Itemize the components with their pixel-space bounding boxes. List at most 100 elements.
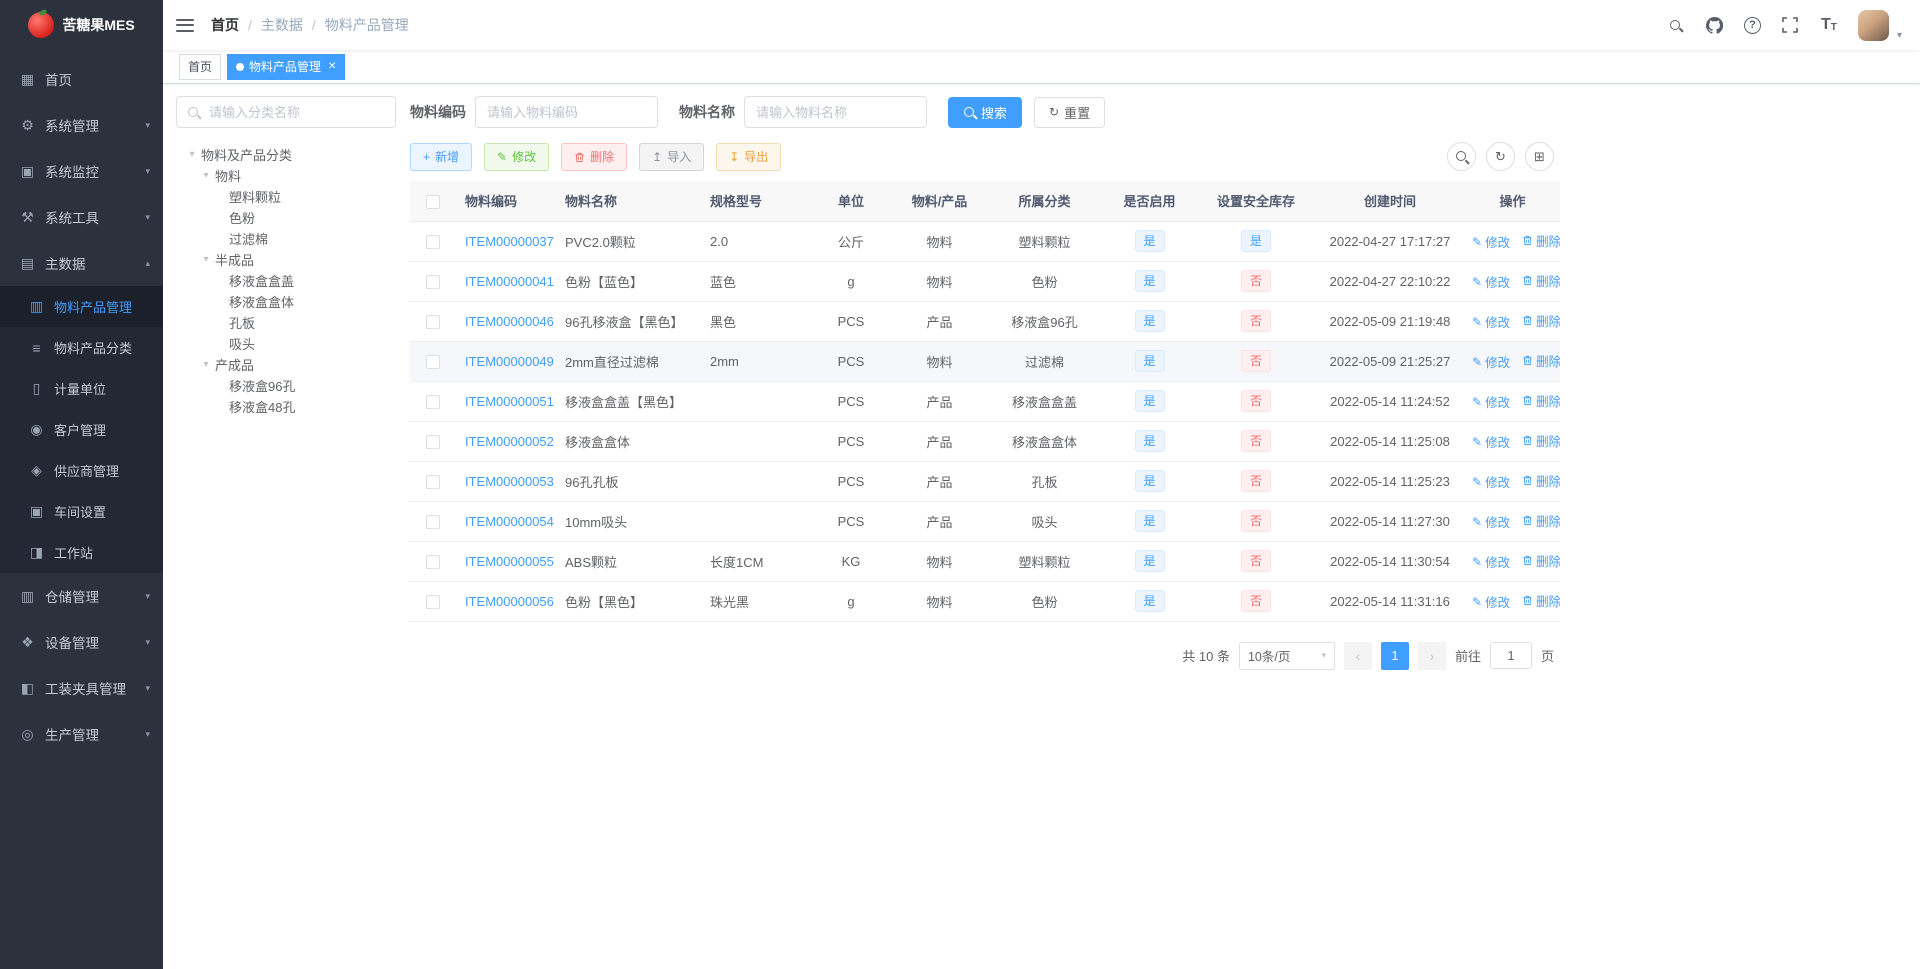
- row-delete-button[interactable]: 删除: [1522, 591, 1560, 610]
- row-edit-button[interactable]: ✎ 修改: [1472, 512, 1510, 531]
- fullscreen-icon[interactable]: [1780, 15, 1800, 35]
- material-code-link[interactable]: ITEM00000053: [465, 474, 554, 489]
- row-edit-button[interactable]: ✎ 修改: [1472, 272, 1510, 291]
- category-search-input[interactable]: [207, 103, 385, 121]
- refresh-table-button[interactable]: ↻: [1486, 142, 1515, 171]
- sidebar-item-customer-management[interactable]: ◉ 客户管理: [0, 409, 163, 450]
- material-code-input[interactable]: [475, 96, 658, 128]
- tree-node[interactable]: 移液盒盒盖: [176, 270, 396, 291]
- search-icon[interactable]: [1666, 15, 1686, 35]
- sidebar-item-workstation[interactable]: ◨ 工作站: [0, 532, 163, 573]
- tree-node[interactable]: ▾ 物料: [176, 165, 396, 186]
- sidebar-item-master-data[interactable]: ▤ 主数据 ▴: [0, 240, 163, 286]
- import-button[interactable]: ↥ 导入: [639, 142, 705, 171]
- sidebar-item-production-management[interactable]: ◎ 生产管理 ▾: [0, 711, 163, 757]
- page-size-select[interactable]: 10条/页 ▾: [1238, 641, 1335, 670]
- tree-node[interactable]: 塑料颗粒: [176, 186, 396, 207]
- export-button[interactable]: ↧ 导出: [716, 142, 782, 171]
- github-icon[interactable]: [1705, 15, 1725, 35]
- row-delete-button[interactable]: 删除: [1522, 351, 1560, 370]
- row-checkbox[interactable]: [425, 434, 440, 449]
- sidebar-item-material-product-management[interactable]: ▥ 物料产品管理: [0, 286, 163, 327]
- row-delete-button[interactable]: 删除: [1522, 471, 1560, 490]
- row-delete-button[interactable]: 删除: [1522, 391, 1560, 410]
- row-edit-button[interactable]: ✎ 修改: [1472, 232, 1510, 251]
- tab-material-product-management[interactable]: 物料产品管理 ✕: [227, 53, 346, 80]
- sidebar-item-measurement-unit[interactable]: ▯ 计量单位: [0, 368, 163, 409]
- material-code-link[interactable]: ITEM00000037: [465, 234, 554, 249]
- app-logo[interactable]: 苦糖果MES: [0, 0, 163, 50]
- tree-node[interactable]: 色粉: [176, 207, 396, 228]
- breadcrumb-home[interactable]: 首页: [211, 15, 239, 35]
- row-checkbox[interactable]: [425, 354, 440, 369]
- sidebar-item-system-management[interactable]: ⚙ 系统管理 ▾: [0, 102, 163, 148]
- row-checkbox[interactable]: [425, 274, 440, 289]
- sidebar-item-system-monitor[interactable]: ▣ 系统监控 ▾: [0, 148, 163, 194]
- edit-button[interactable]: ✎ 修改: [484, 142, 550, 171]
- font-size-icon[interactable]: TT: [1819, 15, 1839, 35]
- sidebar-item-material-product-category[interactable]: ≡ 物料产品分类: [0, 327, 163, 368]
- tree-node[interactable]: 孔板: [176, 312, 396, 333]
- row-checkbox[interactable]: [425, 514, 440, 529]
- tree-node[interactable]: 移液盒盒体: [176, 291, 396, 312]
- help-icon[interactable]: ?: [1743, 16, 1761, 34]
- row-delete-button[interactable]: 删除: [1522, 511, 1560, 530]
- row-checkbox[interactable]: [425, 594, 440, 609]
- material-name-input[interactable]: [744, 96, 927, 128]
- sidebar-toggle-icon[interactable]: [176, 18, 194, 32]
- material-code-link[interactable]: ITEM00000041: [465, 274, 554, 289]
- add-button[interactable]: + 新增: [410, 142, 473, 171]
- sidebar-item-fixture-management[interactable]: ◧ 工装夹具管理 ▾: [0, 665, 163, 711]
- tree-node[interactable]: 移液盒48孔: [176, 396, 396, 417]
- delete-button[interactable]: 删除: [561, 142, 628, 171]
- material-code-link[interactable]: ITEM00000054: [465, 514, 554, 529]
- row-edit-button[interactable]: ✎ 修改: [1472, 352, 1510, 371]
- row-edit-button[interactable]: ✎ 修改: [1472, 432, 1510, 451]
- row-checkbox[interactable]: [425, 314, 440, 329]
- material-code-link[interactable]: ITEM00000049: [465, 354, 554, 369]
- prev-page-button[interactable]: ‹: [1343, 641, 1372, 670]
- tree-node[interactable]: 吸头: [176, 333, 396, 354]
- tree-node[interactable]: 过滤棉: [176, 228, 396, 249]
- page-1-button[interactable]: 1: [1380, 641, 1409, 670]
- sidebar-item-home[interactable]: ▦ 首页: [0, 56, 163, 102]
- tab-home[interactable]: 首页: [179, 53, 222, 80]
- sidebar-item-equipment-management[interactable]: ❖ 设备管理 ▾: [0, 619, 163, 665]
- column-settings-button[interactable]: ⊞: [1525, 142, 1554, 171]
- sidebar-item-system-tools[interactable]: ⚒ 系统工具 ▾: [0, 194, 163, 240]
- row-delete-button[interactable]: 删除: [1522, 231, 1560, 250]
- tree-node[interactable]: 移液盒96孔: [176, 375, 396, 396]
- close-icon[interactable]: ✕: [328, 61, 336, 72]
- row-checkbox[interactable]: [425, 554, 440, 569]
- material-code-link[interactable]: ITEM00000046: [465, 314, 554, 329]
- material-code-link[interactable]: ITEM00000051: [465, 394, 554, 409]
- row-edit-button[interactable]: ✎ 修改: [1472, 312, 1510, 331]
- chevron-down-icon[interactable]: ▾: [1897, 30, 1902, 41]
- goto-page-input[interactable]: [1489, 642, 1532, 669]
- material-code-link[interactable]: ITEM00000055: [465, 554, 554, 569]
- sidebar-item-warehouse-management[interactable]: ▥ 仓储管理 ▾: [0, 573, 163, 619]
- user-avatar[interactable]: [1857, 9, 1889, 41]
- toggle-search-button[interactable]: [1447, 142, 1476, 171]
- row-checkbox[interactable]: [425, 474, 440, 489]
- tree-node[interactable]: ▾ 半成品: [176, 249, 396, 270]
- row-delete-button[interactable]: 删除: [1522, 311, 1560, 330]
- search-button[interactable]: 搜索: [948, 96, 1023, 128]
- row-edit-button[interactable]: ✎ 修改: [1472, 392, 1510, 411]
- tree-node[interactable]: ▾ 产成品: [176, 354, 396, 375]
- row-edit-button[interactable]: ✎ 修改: [1472, 592, 1510, 611]
- row-checkbox[interactable]: [425, 394, 440, 409]
- sidebar-item-supplier-management[interactable]: ◈ 供应商管理: [0, 450, 163, 491]
- row-edit-button[interactable]: ✎ 修改: [1472, 472, 1510, 491]
- next-page-button[interactable]: ›: [1417, 641, 1446, 670]
- row-delete-button[interactable]: 删除: [1522, 551, 1560, 570]
- row-edit-button[interactable]: ✎ 修改: [1472, 552, 1510, 571]
- material-code-link[interactable]: ITEM00000052: [465, 434, 554, 449]
- material-code-link[interactable]: ITEM00000056: [465, 594, 554, 609]
- select-all-checkbox[interactable]: [425, 194, 440, 209]
- reset-button[interactable]: ↻ 重置: [1034, 96, 1106, 128]
- tree-node[interactable]: ▾ 物料及产品分类: [176, 144, 396, 165]
- row-delete-button[interactable]: 删除: [1522, 431, 1560, 450]
- row-delete-button[interactable]: 删除: [1522, 271, 1560, 290]
- row-checkbox[interactable]: [425, 234, 440, 249]
